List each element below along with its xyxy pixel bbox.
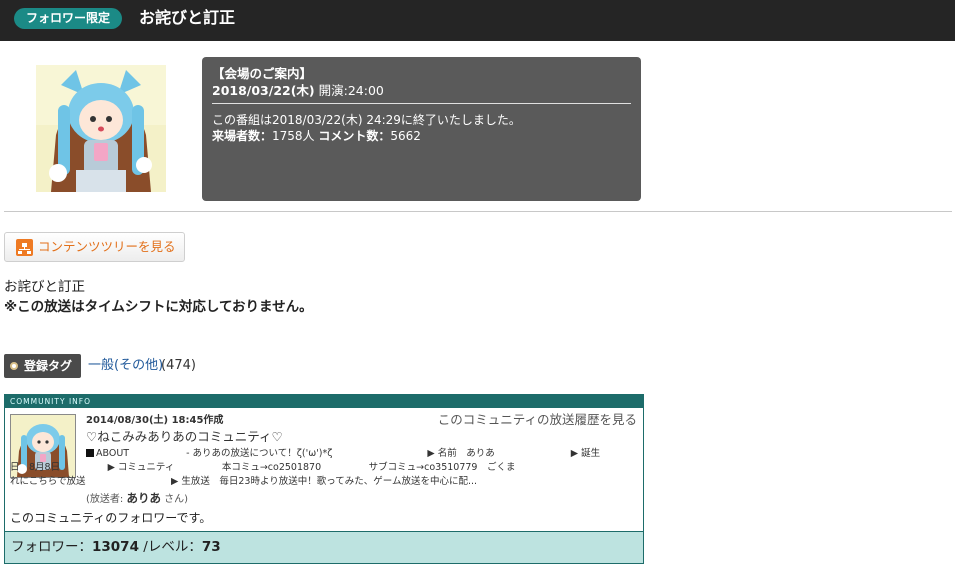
community-about-line: ABOUT - ありあの放送について！ζ('ω')*ζ ▶ 名前 ありあ ▶ 誕… bbox=[86, 447, 631, 461]
community-info-header: COMMUNITY INFO bbox=[5, 395, 643, 408]
ended-notice: この番組は2018/03/22(木) 24:29に終了いたしました。 bbox=[212, 113, 521, 127]
timeshift-notice: ※この放送はタイムシフトに対応しておりません。 bbox=[4, 299, 313, 315]
visitors-label: 来場者数： bbox=[212, 129, 273, 143]
level-value: 73 bbox=[201, 539, 221, 555]
visitors-count: 1758人 bbox=[272, 129, 315, 143]
tag-bullet-icon bbox=[10, 362, 18, 370]
community-about-text: ABOUT - ありあの放送について！ζ('ω')*ζ ▶ 名前 ありあ ▶ 誕… bbox=[96, 448, 601, 459]
registered-tags-label: 登録タグ bbox=[4, 354, 81, 378]
follower-only-badge: フォロワー限定 bbox=[14, 8, 123, 29]
followers-count: 13074 bbox=[92, 539, 139, 555]
community-name[interactable]: ♡ねこみみありあのコミュニティ♡ bbox=[86, 429, 283, 445]
info-divider bbox=[212, 103, 631, 104]
registered-tags-text: 登録タグ bbox=[24, 359, 73, 373]
community-info-panel: COMMUNITY INFO 2014/08/30(土) 18:45作成 このコ… bbox=[4, 394, 644, 564]
black-square-icon bbox=[86, 449, 94, 457]
community-description: 日 8月8日 ▶ コミュニティ 本コミュ→co2501870 サブコミュ→co3… bbox=[10, 461, 635, 489]
community-stats-bar: フォロワー：13074 /レベル：73 bbox=[5, 531, 643, 563]
comments-label: コメント数： bbox=[318, 129, 391, 143]
broadcaster-avatar[interactable] bbox=[36, 65, 166, 192]
anime-girl-thumbnail bbox=[36, 65, 166, 192]
open-time: 開演:24:00 bbox=[318, 83, 384, 98]
content-tree-icon bbox=[16, 239, 33, 256]
owner-suffix: さん) bbox=[164, 494, 189, 505]
program-info-box: 【会場のご案内】 2018/03/22(木) 開演:24:00 この番組は201… bbox=[202, 57, 641, 201]
community-history-link[interactable]: このコミュニティの放送履歴を見る bbox=[438, 412, 637, 428]
community-created-date: 2014/08/30(土) 18:45作成 bbox=[86, 415, 224, 426]
tag-link-general-other[interactable]: 一般(その他) bbox=[88, 357, 163, 375]
followers-label: フォロワー： bbox=[11, 539, 92, 555]
content-tree-label: コンテンツツリーを見る bbox=[38, 239, 176, 254]
section-divider bbox=[4, 211, 952, 212]
program-date-row: 2018/03/22(木) 開演:24:00 bbox=[212, 82, 631, 99]
stats-row: 来場者数：1758人 コメント数：5662 bbox=[212, 128, 631, 144]
community-owner: (放送者: ありあ さん) bbox=[86, 491, 188, 507]
header-bar: フォロワー限定 お詫びと訂正 bbox=[0, 0, 955, 41]
content-tree-button[interactable]: コンテンツツリーを見る bbox=[4, 232, 185, 262]
comments-count: 5662 bbox=[390, 129, 421, 143]
venue-title: 【会場のご案内】 bbox=[212, 66, 313, 81]
program-date: 2018/03/22(木) bbox=[212, 83, 315, 98]
tag-count: (474) bbox=[161, 358, 196, 373]
program-description: お詫びと訂正 bbox=[4, 279, 85, 295]
owner-name[interactable]: ありあ bbox=[126, 491, 161, 505]
community-description-line: 日 8月8日 ▶ コミュニティ 本コミュ→co2501870 サブコミュ→co3… bbox=[10, 462, 516, 473]
page-title: お詫びと訂正 bbox=[139, 8, 236, 27]
follower-status: このコミュニティのフォロワーです。 bbox=[10, 511, 212, 525]
community-description-line: れにこちらで放送 ▶ 生放送 毎日23時より放送中！歌ってみた、ゲーム放送を中心… bbox=[10, 476, 478, 487]
owner-prefix: (放送者: bbox=[86, 494, 124, 505]
level-label: /レベル： bbox=[143, 539, 202, 555]
